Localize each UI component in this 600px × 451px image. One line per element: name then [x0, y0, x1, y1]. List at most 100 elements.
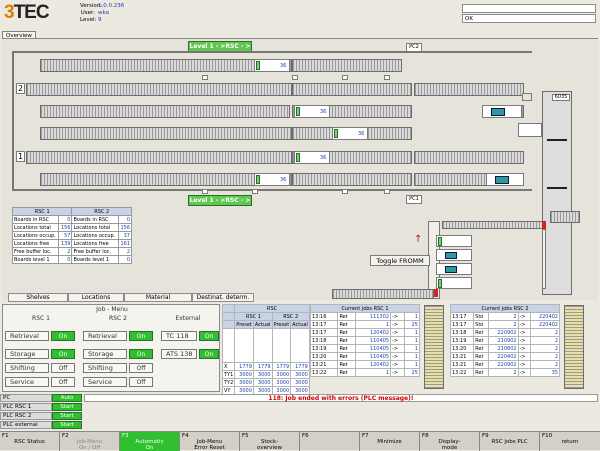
f6-button[interactable]: F6	[300, 432, 360, 451]
status-plc-external-label: PLC external	[0, 421, 52, 429]
rsc1-shifting-toggle[interactable]: Off	[51, 363, 75, 373]
rsc1-storage-label: Storage	[5, 349, 49, 359]
shelf-rack	[414, 151, 524, 164]
status-pc-label: PC	[0, 394, 52, 402]
job-menu-external: External	[175, 315, 201, 322]
lift-bar	[547, 139, 567, 141]
lower-cell	[436, 263, 472, 275]
marker	[252, 189, 258, 194]
table-row[interactable]: 13:21 Ret 220402 -> 2	[449, 352, 561, 361]
table-row[interactable]: 13:17 Ret 1 -> 25	[309, 320, 420, 329]
f1-rsc-status-button[interactable]: F1 RSC Status	[0, 432, 60, 451]
row-2-label: 2	[16, 83, 25, 94]
table-row[interactable]: 13:16 Ret 111302 -> 1	[309, 312, 420, 321]
rsc2-storage-label: Storage	[83, 349, 127, 359]
table-row[interactable]: 13:21 Ret 120402 -> 1	[309, 360, 420, 369]
rsc-carriage: 36	[294, 105, 330, 118]
track-top	[12, 51, 532, 53]
table-row[interactable]: 13:17 Sto 2 -> 220402	[449, 312, 561, 321]
table-row[interactable]: 13:22 Ret 2 -> 35	[449, 368, 561, 377]
function-key-bar: F1 RSC Status F2 Job-Menu On / Off F3 Autom…	[0, 431, 600, 451]
rsc1-storage-toggle[interactable]: On	[51, 349, 75, 359]
f5-stock-overview-button[interactable]: F5 Stock- overview	[240, 432, 300, 451]
conveyor	[332, 289, 434, 299]
stop-marker	[434, 289, 438, 297]
shelf-rack	[26, 151, 292, 164]
rsc1-service-toggle[interactable]: Off	[51, 377, 75, 387]
table-row[interactable]: 13:19 Ret 210902 -> 2	[449, 336, 561, 345]
rsc1-service-label: Service	[5, 377, 49, 387]
table-row[interactable]: 13:18 Ret 110405 -> 1	[309, 336, 420, 345]
rsc1-shifting-label: Shifting	[5, 363, 49, 373]
lift-connector	[522, 93, 532, 101]
rsc2-shifting-toggle[interactable]: Off	[129, 363, 153, 373]
rsc2-service-label: Service	[83, 377, 127, 387]
tc118-toggle[interactable]: On	[199, 331, 219, 341]
tab-material[interactable]: Material	[124, 293, 192, 302]
f3-automatic-button[interactable]: F3 Automatic On	[120, 432, 180, 451]
rsc-pos-rsc1: RSC 1	[234, 312, 273, 321]
rsc2-storage-toggle[interactable]: On	[129, 349, 153, 359]
table-row[interactable]: 13:17 Sto 2 -> 220402	[449, 320, 561, 329]
marker	[292, 75, 298, 80]
rsc2-shifting-label: Shifting	[83, 363, 127, 373]
f7-minimize-button[interactable]: F7 Minimize	[360, 432, 420, 451]
tc118-label: TC 118	[161, 331, 197, 341]
transfer-car	[482, 105, 522, 118]
job-menu-title: Job - Menu	[96, 306, 128, 313]
rsc1-header: RSC 1	[11, 207, 73, 216]
rsc2-service-toggle[interactable]: Off	[129, 377, 153, 387]
shelf-rack	[40, 105, 290, 118]
table-row[interactable]: 13:17 Ret 120402 -> 1	[309, 328, 420, 337]
rsc2-retrieval-label: Retrieval	[83, 331, 127, 341]
job-menu-rsc2: RSC 2	[109, 315, 127, 322]
ats138-toggle[interactable]: On	[199, 349, 219, 359]
lower-cell	[436, 235, 472, 247]
shelf-rack	[292, 173, 412, 186]
marker	[342, 189, 348, 194]
tab-locations[interactable]: Locations	[68, 293, 124, 302]
f8-display-mode-button[interactable]: F8 Display- mode	[420, 432, 480, 451]
lower-cell	[436, 249, 472, 261]
f2-job-menu-button[interactable]: F2 Job-Menu On / Off	[60, 432, 120, 451]
rsc2-retrieval-toggle[interactable]: On	[129, 331, 153, 341]
table-row[interactable]: 13:20 Ret 210802 -> 2	[449, 344, 561, 353]
table-row: Boards in RSC 0 Boards in RSC 0	[11, 215, 133, 224]
row-1-label: 1	[16, 151, 25, 162]
table-row[interactable]: 13:21 Ret 220902 -> 2	[449, 360, 561, 369]
rsc1-retrieval-toggle[interactable]: On	[51, 331, 75, 341]
job-menu-rsc1: RSC 1	[32, 315, 50, 322]
marker	[384, 189, 390, 194]
tab-shelves[interactable]: Shelves	[8, 293, 68, 302]
shelf-rack	[414, 83, 524, 96]
f10-return-button[interactable]: F10 return	[540, 432, 600, 451]
jobs-rsc1-title: Current jobs RSC 1	[310, 304, 420, 313]
marker	[342, 75, 348, 80]
overview-area: Level 1 - >RSC - > PC2 2 1 36 36 36 36 3…	[2, 38, 598, 300]
rsc-carriage: 36	[254, 173, 290, 186]
arrow-up-icon: ↑	[414, 234, 423, 245]
status-pc-value: Auto	[52, 394, 82, 402]
rsc-pos-rsc2: RSC 2	[271, 312, 310, 321]
marker	[384, 75, 390, 80]
rsc-pos-title: RSC	[234, 304, 310, 313]
level1-rsc-button-bottom[interactable]: Level 1 - >RSC - >	[188, 195, 252, 206]
transfer-car	[486, 173, 524, 186]
f4-error-reset-button[interactable]: F4 Job-Menu Error Reset	[180, 432, 240, 451]
status-plc-rsc1-label: PLC RSC 1	[0, 403, 52, 411]
lift-position: 6035	[552, 94, 570, 101]
table-row[interactable]: 13:20 Ret 110405 -> 1	[309, 352, 420, 361]
shelf-rack	[40, 127, 292, 140]
track-left	[12, 51, 14, 191]
table-row: Boards level 1 0 Boards level 10	[11, 255, 133, 264]
table-row[interactable]: 13:18 Ret 220902 -> 2	[449, 328, 561, 337]
table-row: Free buffer loc. 2 Free buffer loc. 2	[11, 247, 133, 256]
table-row[interactable]: 13:19 Ret 110405 -> 1	[309, 344, 420, 353]
table-row[interactable]: 13:22 Ret 1 -> 25	[309, 368, 420, 377]
rsc-carriage: 36	[254, 59, 290, 72]
tab-destination[interactable]: Destinat. determ.	[192, 293, 254, 302]
toggle-fromm-button[interactable]: Toggle FROMM	[370, 255, 430, 266]
f9-rsc-jobs-plc-button[interactable]: F9 RSC jobs PLC	[480, 432, 540, 451]
status-field-ok: OK	[462, 14, 596, 23]
app-logo: 3TEC	[4, 2, 50, 23]
